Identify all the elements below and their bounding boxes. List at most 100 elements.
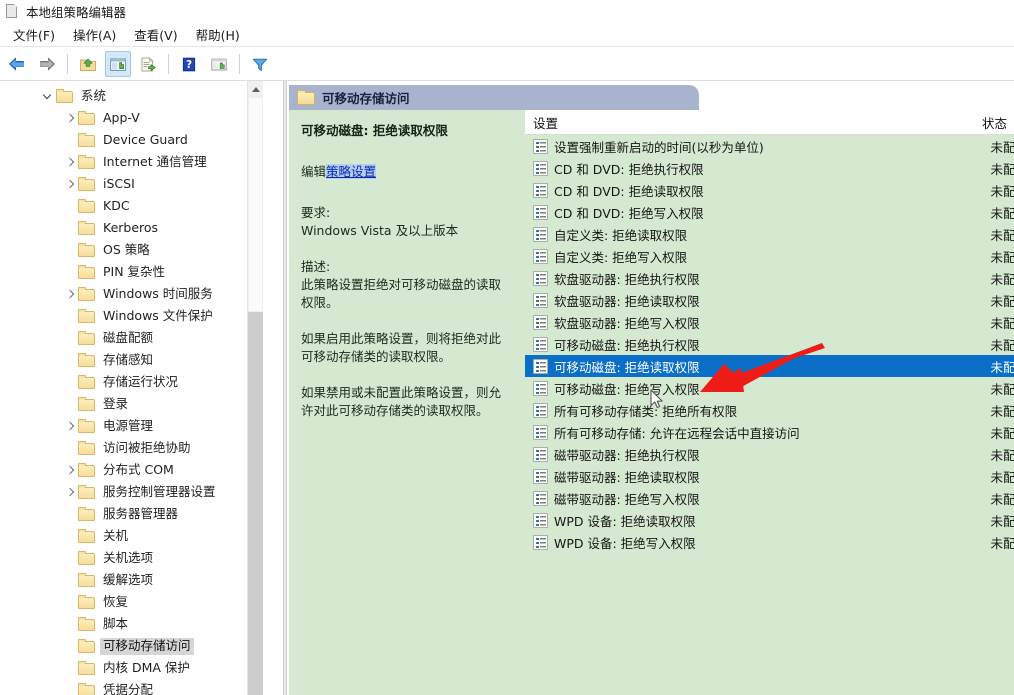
tree-item[interactable]: 存储感知	[0, 349, 266, 371]
tree-item-label: 存储感知	[103, 351, 154, 367]
toolbar: ?	[0, 48, 1014, 81]
setting-name: 可移动磁盘: 拒绝读取权限	[554, 359, 700, 375]
table-row[interactable]: 可移动磁盘: 拒绝读取权限 未配置	[525, 355, 1014, 377]
pane-splitter[interactable]	[283, 81, 287, 695]
table-row[interactable]: 自定义类: 拒绝写入权限 未配置	[525, 245, 1014, 267]
tree-item-label: Device Guard	[103, 131, 188, 147]
tree-scroll-viewport[interactable]: 系统 App-V Device Guard Internet 通信管理 iSCSI KDC…	[0, 81, 266, 695]
tree-item[interactable]: 服务器管理器	[0, 503, 266, 525]
tree-item[interactable]: 凭据分配	[0, 679, 266, 695]
back-button[interactable]	[4, 51, 30, 77]
table-row[interactable]: 软盘驱动器: 拒绝执行权限 未配置	[525, 267, 1014, 289]
table-row[interactable]: 自定义类: 拒绝读取权限 未配置	[525, 223, 1014, 245]
chevron-right-icon[interactable]	[62, 481, 78, 503]
tree-item[interactable]: OS 策略	[0, 239, 266, 261]
tree-item-label: 缓解选项	[103, 571, 154, 587]
tree-item-label: 内核 DMA 保护	[103, 659, 190, 675]
chevron-right-icon[interactable]	[62, 151, 78, 173]
window-title: 本地组策略编辑器	[26, 5, 127, 20]
tree-item[interactable]: 登录	[0, 393, 266, 415]
table-row[interactable]: 设置强制重新启动的时间(以秒为单位) 未配置	[525, 135, 1014, 157]
export-list-icon	[141, 56, 156, 71]
tree-item[interactable]: 服务控制管理器设置	[0, 481, 266, 503]
chevron-right-icon[interactable]	[62, 107, 78, 129]
tree-item[interactable]: 内核 DMA 保护	[0, 657, 266, 679]
chevron-down-icon[interactable]	[40, 85, 56, 107]
up-one-level-button[interactable]	[75, 51, 101, 77]
setting-name: 自定义类: 拒绝读取权限	[554, 227, 688, 243]
tree-item[interactable]: 磁盘配额	[0, 327, 266, 349]
chevron-right-icon[interactable]	[62, 283, 78, 305]
tree-item[interactable]: iSCSI	[0, 173, 266, 195]
tree-item[interactable]: Kerberos	[0, 217, 266, 239]
table-row[interactable]: 软盘驱动器: 拒绝读取权限 未配置	[525, 289, 1014, 311]
folder-icon	[78, 265, 95, 279]
settings-list-body: 设置强制重新启动的时间(以秒为单位)未配置CD 和 DVD: 拒绝执行权限未配置…	[525, 135, 1014, 695]
table-row[interactable]: CD 和 DVD: 拒绝读取权限 未配置	[525, 179, 1014, 201]
table-row[interactable]: 所有可移动存储: 允许在远程会话中直接访问 未配置	[525, 421, 1014, 443]
tree-item[interactable]: PIN 复杂性	[0, 261, 266, 283]
properties-button[interactable]	[206, 51, 232, 77]
tree-twisty-spacer	[62, 591, 78, 613]
column-setting[interactable]: 设置	[525, 113, 946, 132]
scrollbar-thumb[interactable]	[248, 97, 263, 312]
tree-twisty-spacer	[62, 349, 78, 371]
chevron-right-icon[interactable]	[62, 415, 78, 437]
table-row[interactable]: WPD 设备: 拒绝写入权限 未配置	[525, 531, 1014, 553]
scroll-up-icon[interactable]	[248, 81, 263, 97]
export-list-button[interactable]	[135, 51, 161, 77]
show-hide-tree-button[interactable]	[105, 51, 131, 77]
tree-item[interactable]: Windows 时间服务	[0, 283, 266, 305]
tree-item[interactable]: 恢复	[0, 591, 266, 613]
folder-icon	[78, 155, 95, 169]
tree-twisty-spacer	[62, 195, 78, 217]
table-row[interactable]: 磁带驱动器: 拒绝执行权限 未配置	[525, 443, 1014, 465]
tree-item[interactable]: 可移动存储访问	[0, 635, 266, 657]
column-state[interactable]: 状态	[946, 113, 1014, 132]
menu-help[interactable]: 帮助(H)	[187, 23, 249, 46]
tree-item[interactable]: App-V	[0, 107, 266, 129]
tree-item[interactable]: 缓解选项	[0, 569, 266, 591]
chevron-right-icon[interactable]	[62, 173, 78, 195]
table-row[interactable]: CD 和 DVD: 拒绝执行权限 未配置	[525, 157, 1014, 179]
menu-action[interactable]: 操作(A)	[64, 23, 125, 46]
tree-item[interactable]: Internet 通信管理	[0, 151, 266, 173]
table-row[interactable]: WPD 设备: 拒绝读取权限 未配置	[525, 509, 1014, 531]
tree-item[interactable]: 访问被拒绝协助	[0, 437, 266, 459]
table-row[interactable]: 磁带驱动器: 拒绝读取权限 未配置	[525, 465, 1014, 487]
menu-view[interactable]: 查看(V)	[125, 23, 186, 46]
tree-item-label: 电源管理	[103, 417, 154, 433]
table-row[interactable]: 可移动磁盘: 拒绝执行权限 未配置	[525, 333, 1014, 355]
tree-item[interactable]: 关机选项	[0, 547, 266, 569]
tree-item[interactable]: KDC	[0, 195, 266, 217]
tree-item[interactable]: 电源管理	[0, 415, 266, 437]
policy-description-panel: 可移动磁盘: 拒绝读取权限 编辑策略设置 要求: Windows Vista 及…	[289, 110, 525, 695]
setting-name: 磁带驱动器: 拒绝执行权限	[554, 447, 700, 463]
tree-item[interactable]: 分布式 COM	[0, 459, 266, 481]
tree-item[interactable]: 关机	[0, 525, 266, 547]
tree-item[interactable]: 系统	[0, 85, 266, 107]
table-row[interactable]: 软盘驱动器: 拒绝写入权限 未配置	[525, 311, 1014, 333]
tree-twisty-spacer	[62, 261, 78, 283]
policy-editor-icon	[5, 4, 20, 19]
tree-item[interactable]: Windows 文件保护	[0, 305, 266, 327]
edit-policy-setting-link[interactable]: 策略设置	[326, 164, 377, 179]
tree-item[interactable]: Device Guard	[0, 129, 266, 151]
forward-button[interactable]	[34, 51, 60, 77]
filter-button[interactable]	[247, 51, 273, 77]
folder-icon	[78, 353, 95, 367]
folder-icon	[78, 639, 95, 653]
tree-item[interactable]: 脚本	[0, 613, 266, 635]
table-row[interactable]: CD 和 DVD: 拒绝写入权限 未配置	[525, 201, 1014, 223]
table-row[interactable]: 所有可移动存储类: 拒绝所有权限 未配置	[525, 399, 1014, 421]
help-button[interactable]: ?	[176, 51, 202, 77]
tree-vertical-scrollbar[interactable]	[247, 81, 263, 695]
tree-item[interactable]: 存储运行状况	[0, 371, 266, 393]
setting-name: 自定义类: 拒绝写入权限	[554, 249, 688, 265]
table-row[interactable]: 磁带驱动器: 拒绝写入权限 未配置	[525, 487, 1014, 509]
menu-file[interactable]: 文件(F)	[4, 23, 64, 46]
scrollbar-track[interactable]	[248, 312, 263, 695]
policy-setting-icon	[533, 358, 548, 374]
chevron-right-icon[interactable]	[62, 459, 78, 481]
table-row[interactable]: 可移动磁盘: 拒绝写入权限 未配置	[525, 377, 1014, 399]
